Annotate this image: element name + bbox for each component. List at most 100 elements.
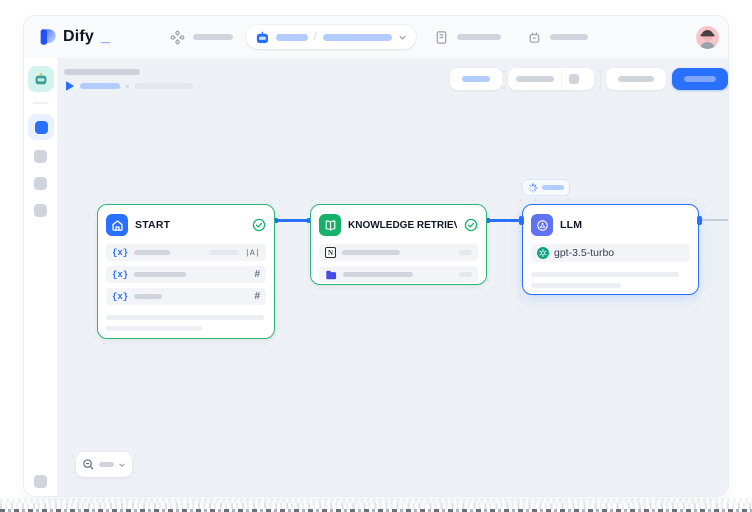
- workflow-icon: [170, 30, 185, 45]
- variable-row[interactable]: {x} #: [106, 266, 266, 283]
- sidebar-item-workflow-selected[interactable]: [28, 114, 54, 140]
- workflow-name-placeholder: [323, 34, 392, 41]
- brand-cursor: _: [101, 28, 110, 46]
- variable-icon: {x}: [112, 248, 128, 258]
- llm-input-port[interactable]: [519, 216, 524, 225]
- node-start-header: START: [106, 213, 266, 237]
- node-description-lines: [531, 272, 690, 288]
- placeholder-bar: [550, 34, 588, 40]
- node-description-lines: [106, 315, 266, 331]
- top-header: Dify_ /: [24, 16, 728, 58]
- workflow-canvas[interactable]: START {x} |A| {x}: [58, 58, 728, 496]
- open-book-icon: [324, 219, 337, 232]
- check-circle-icon: [252, 218, 266, 232]
- features-button[interactable]: [450, 68, 502, 90]
- zoom-out-icon: [82, 458, 95, 471]
- ai-circuit-icon: [536, 219, 549, 232]
- source-name-placeholder: [343, 272, 413, 277]
- docs-icon: [434, 30, 449, 45]
- user-avatar[interactable]: [696, 26, 719, 49]
- start-variable-list: {x} |A| {x} # {x}: [106, 244, 266, 305]
- placeholder-bar: [684, 76, 716, 82]
- string-type-icon: |A|: [245, 248, 260, 258]
- llm-node-tile: [531, 214, 553, 236]
- torn-paper-edge: [0, 495, 752, 512]
- placeholder-bar: [618, 76, 654, 82]
- placeholder-bar: [462, 76, 490, 82]
- variable-name-placeholder: [134, 250, 170, 255]
- assistant-robot-icon: [33, 71, 49, 87]
- source-name-placeholder: [342, 250, 400, 255]
- variable-value-placeholder: [209, 250, 239, 255]
- node-title: LLM: [560, 219, 690, 231]
- placeholder-bar: [193, 34, 233, 40]
- spinner-icon: [528, 183, 538, 193]
- number-type-icon: #: [254, 269, 260, 280]
- variable-icon: {x}: [112, 292, 128, 302]
- publish-button[interactable]: [672, 68, 728, 90]
- app-name-placeholder: [276, 34, 308, 41]
- node-start[interactable]: START {x} |A| {x}: [97, 204, 275, 339]
- variable-icon: {x}: [112, 270, 128, 280]
- variable-name-placeholder: [134, 272, 186, 277]
- placeholder-bar: [531, 283, 621, 288]
- node-llm-header: LLM: [531, 213, 690, 237]
- variable-row[interactable]: {x} #: [106, 288, 266, 305]
- edge-knowledge-to-llm[interactable]: [487, 219, 522, 222]
- run-menu-square[interactable]: [569, 74, 579, 84]
- app-switcher[interactable]: /: [246, 25, 416, 49]
- node-knowledge-retrieval[interactable]: KNOWLEDGE RETRIEVAL N: [310, 204, 487, 285]
- nav-item-plugins[interactable]: [527, 16, 588, 58]
- check-circle-icon: [464, 218, 478, 232]
- llm-model-row[interactable]: gpt-3.5-turbo: [531, 244, 690, 262]
- run-split-button[interactable]: [508, 68, 594, 90]
- edge-llm-to-next[interactable]: [702, 219, 728, 221]
- placeholder-bar: [106, 315, 264, 320]
- knowledge-source-row[interactable]: [319, 266, 478, 283]
- placeholder-bar: [80, 83, 120, 89]
- robot-icon: [255, 30, 270, 45]
- variable-row[interactable]: {x} |A|: [106, 244, 266, 261]
- sidebar-item-3[interactable]: [34, 177, 47, 190]
- nav-item-docs[interactable]: [434, 16, 501, 58]
- separator-dot: [126, 85, 129, 88]
- nav-item-explore[interactable]: [170, 16, 233, 58]
- node-title: KNOWLEDGE RETRIEVAL: [348, 220, 457, 231]
- knowledge-source-list: N: [319, 244, 478, 283]
- node-title: START: [135, 219, 245, 231]
- knowledge-node-tile: [319, 214, 341, 236]
- zoom-level-placeholder: [99, 462, 114, 467]
- dify-logo-icon: [37, 27, 57, 47]
- chevron-down-icon: [118, 461, 126, 469]
- split-divider: [561, 68, 562, 90]
- workflow-title-placeholder: [64, 69, 140, 75]
- sidebar-item-2[interactable]: [34, 150, 47, 163]
- screenshot-stage: Dify_ /: [0, 0, 752, 512]
- breadcrumb-separator: /: [314, 31, 317, 43]
- notion-icon: N: [325, 247, 336, 258]
- llm-output-port[interactable]: [697, 216, 702, 225]
- placeholder-bar: [516, 76, 554, 82]
- workflow-breadcrumb: [66, 80, 193, 92]
- zoom-control[interactable]: [76, 452, 132, 477]
- placeholder-bar: [457, 34, 501, 40]
- node-knowledge-header: KNOWLEDGE RETRIEVAL: [319, 213, 478, 237]
- workflow-icon-active: [35, 121, 48, 134]
- model-name: gpt-3.5-turbo: [554, 247, 614, 259]
- folder-icon: [325, 269, 337, 281]
- knowledge-source-row[interactable]: N: [319, 244, 478, 261]
- checklist-button[interactable]: [606, 68, 666, 90]
- toolbar-divider: [600, 72, 601, 86]
- avatar-image: [696, 26, 719, 49]
- left-sidebar: [24, 58, 58, 496]
- sidebar-divider: [33, 102, 49, 104]
- edge-start-to-knowledge[interactable]: [275, 219, 310, 222]
- node-llm[interactable]: LLM gpt-3.5-turbo: [522, 204, 699, 295]
- variable-name-placeholder: [134, 294, 162, 299]
- sidebar-item-settings[interactable]: [34, 475, 47, 488]
- sidebar-item-4[interactable]: [34, 204, 47, 217]
- dify-logo[interactable]: Dify_: [37, 16, 110, 58]
- sidebar-item-assistant[interactable]: [28, 66, 54, 92]
- placeholder-bar: [106, 326, 202, 331]
- play-icon[interactable]: [66, 81, 74, 91]
